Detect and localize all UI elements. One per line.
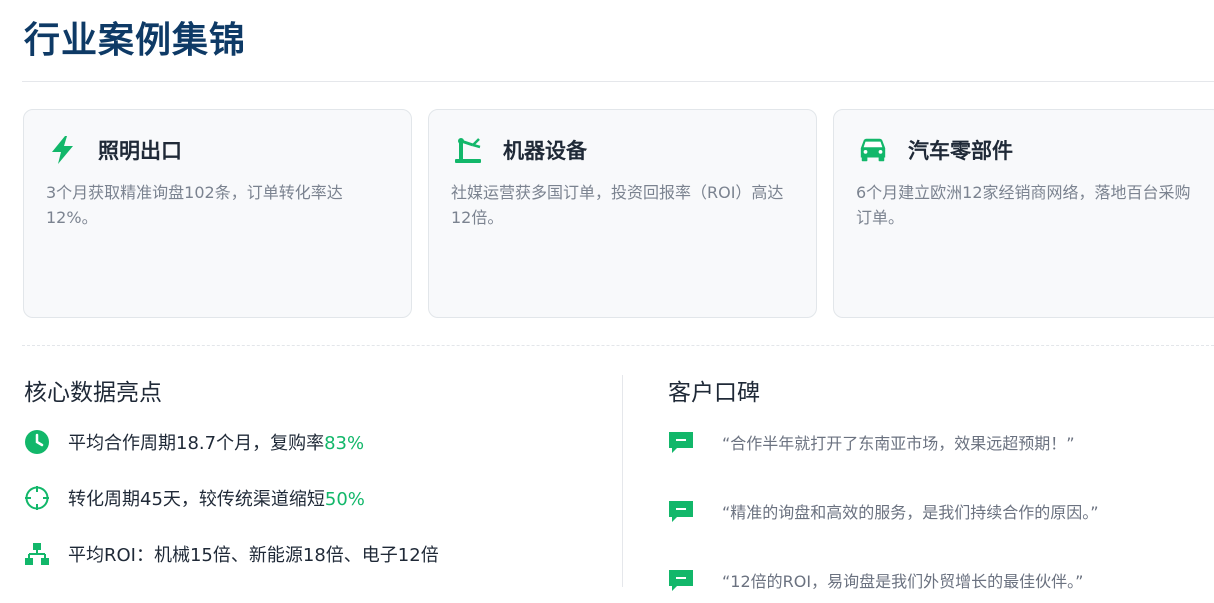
case-card-title: 机器设备 (503, 139, 587, 163)
column-divider (622, 375, 623, 587)
stat-text: 转化周期45天，较传统渠道缩短50% (68, 489, 365, 510)
case-cards: 照明出口 3个月获取精准询盘102条，订单转化率达12%。 机器设备 社媒运营获… (23, 109, 1214, 318)
testimonials-section-title: 客户口碑 (668, 380, 760, 406)
comment-icon (668, 429, 694, 455)
stat-highlight: 83% (324, 433, 365, 454)
comment-icon (668, 498, 694, 524)
stat-highlight: 50% (324, 489, 365, 510)
stat-text: 平均合作周期18.7个月，复购率83% (68, 433, 365, 454)
section-divider (22, 345, 1214, 346)
page: 行业案例集锦 照明出口 3个月获取精准询盘102条，订单转化率达12%。 机器设… (0, 0, 1214, 603)
case-card-title: 汽车零部件 (908, 139, 1013, 163)
testimonial-text: “12倍的ROI，易询盘是我们外贸增长的最佳伙伴。” (722, 572, 1084, 591)
case-card-description: 3个月获取精准询盘102条，订单转化率达12%。 (46, 183, 343, 227)
testimonial-item: “12倍的ROI，易询盘是我们外贸增长的最佳伙伴。” (668, 565, 1083, 595)
stat-item: 平均合作周期18.7个月，复购率83% (24, 427, 364, 457)
lightning-icon (48, 135, 78, 165)
testimonial-text: “合作半年就打开了东南亚市场，效果远超预期！” (722, 434, 1075, 453)
stats-section-title: 核心数据亮点 (24, 380, 162, 406)
page-title: 行业案例集锦 (24, 20, 247, 61)
case-card-auto-parts[interactable]: 汽车零部件 6个月建立欧洲12家经销商网络，落地百台采购订单。 (833, 109, 1214, 318)
title-divider (22, 81, 1214, 82)
testimonial-item: “合作半年就打开了东南亚市场，效果远超预期！” (668, 427, 1075, 457)
testimonial-item: “精准的询盘和高效的服务，是我们持续合作的原因。” (668, 496, 1099, 526)
stat-item: 平均ROI：机械15倍、新能源18倍、电子12倍 (24, 539, 439, 569)
crosshair-icon (24, 485, 50, 511)
car-icon (858, 135, 888, 165)
testimonial-text: “精准的询盘和高效的服务，是我们持续合作的原因。” (722, 503, 1099, 522)
case-card-header: 机器设备 (451, 132, 794, 168)
comment-icon (668, 567, 694, 593)
case-card-machinery[interactable]: 机器设备 社媒运营获多国订单，投资回报率（ROI）高达12倍。 (428, 109, 817, 318)
stat-item: 转化周期45天，较传统渠道缩短50% (24, 483, 365, 513)
clock-icon (24, 429, 50, 455)
case-card-header: 汽车零部件 (856, 132, 1199, 168)
stat-text: 平均ROI：机械15倍、新能源18倍、电子12倍 (68, 545, 439, 566)
case-card-lighting[interactable]: 照明出口 3个月获取精准询盘102条，订单转化率达12%。 (23, 109, 412, 318)
case-card-description: 6个月建立欧洲12家经销商网络，落地百台采购订单。 (856, 183, 1191, 227)
case-card-header: 照明出口 (46, 132, 389, 168)
case-card-description: 社媒运营获多国订单，投资回报率（ROI）高达12倍。 (451, 183, 784, 227)
hierarchy-icon (24, 541, 50, 567)
case-card-title: 照明出口 (98, 139, 182, 163)
robotic-arm-icon (453, 135, 483, 165)
